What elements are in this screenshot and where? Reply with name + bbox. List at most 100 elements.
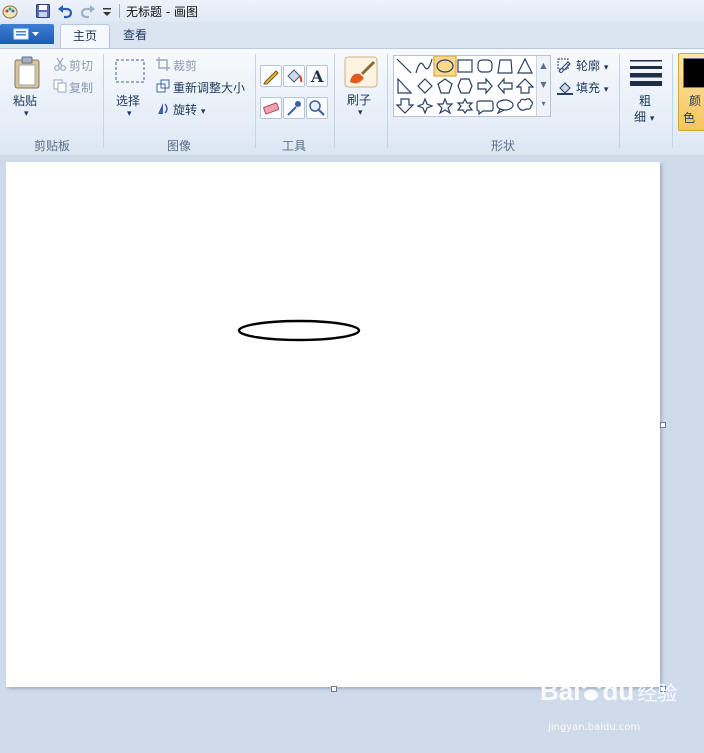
fill-icon xyxy=(557,82,573,95)
copy-button[interactable]: 复制 xyxy=(69,79,93,96)
crop-icon xyxy=(156,57,170,71)
triangle-shape[interactable] xyxy=(517,57,533,74)
crop-button[interactable]: 裁剪 xyxy=(173,57,197,74)
text-icon: A xyxy=(310,67,324,86)
watermark-brand2: du xyxy=(602,676,635,706)
select-dropdown-icon: ▾ xyxy=(127,109,132,119)
rectangle-shape[interactable] xyxy=(457,59,473,73)
rotate-button[interactable]: 旋转 ▾ xyxy=(173,101,205,118)
resize-handle-bottom[interactable] xyxy=(331,686,337,692)
tools-group-label: 工具 xyxy=(281,139,306,153)
polygon-shape[interactable] xyxy=(497,59,513,74)
brushes-button[interactable]: 刷子 ▾ xyxy=(342,54,380,126)
paw-icon xyxy=(581,679,603,701)
outline-button[interactable]: 轮廓 ▾ xyxy=(576,57,608,74)
pencil-tool[interactable] xyxy=(260,65,282,87)
expand-gallery-icon[interactable]: ▾ xyxy=(537,94,550,113)
fill-tool[interactable] xyxy=(283,65,305,87)
line-shape[interactable] xyxy=(396,58,412,74)
fill-bucket-icon xyxy=(287,69,303,83)
oval-shape[interactable] xyxy=(433,55,457,77)
drawing-canvas[interactable] xyxy=(6,162,660,687)
five-point-star-shape[interactable] xyxy=(436,97,454,115)
fill-label: 填充 xyxy=(576,81,601,95)
paste-label: 粘贴 xyxy=(13,94,38,108)
watermark-url: jingyan.baidu.com xyxy=(548,722,641,733)
up-arrow-shape[interactable] xyxy=(515,78,535,94)
eraser-tool[interactable] xyxy=(260,97,282,119)
right-arrow-shape[interactable] xyxy=(477,77,493,95)
rounded-callout-shape[interactable] xyxy=(476,100,494,116)
paint-app-icon[interactable] xyxy=(2,3,18,19)
image-group-label: 图像 xyxy=(166,139,191,153)
redo-icon[interactable] xyxy=(80,3,96,19)
brushes-dropdown-icon: ▾ xyxy=(358,108,363,118)
rounded-rectangle-shape[interactable] xyxy=(477,59,493,73)
down-arrow-shape[interactable] xyxy=(395,98,415,114)
tab-view[interactable]: 查看 xyxy=(112,24,158,48)
shapes-group-label: 形状 xyxy=(490,139,515,153)
color1-swatch xyxy=(683,58,704,88)
group-separator xyxy=(334,54,335,148)
text-tool[interactable]: A xyxy=(306,65,328,87)
brush-icon xyxy=(344,56,378,88)
oval-callout-shape[interactable] xyxy=(496,99,514,115)
magnifier-icon xyxy=(309,100,325,116)
paste-button[interactable]: 粘贴 ▾ xyxy=(8,54,48,124)
group-separator xyxy=(103,54,104,148)
group-separator xyxy=(672,54,673,148)
title-bar: 无标题 - 画图 xyxy=(0,0,704,23)
save-icon[interactable] xyxy=(35,3,51,19)
baidu-watermark: Bai du 经验 xyxy=(540,676,677,707)
hexagon-shape[interactable] xyxy=(457,78,473,94)
scroll-down-icon[interactable]: ▼ xyxy=(537,75,550,94)
tab-view-label: 查看 xyxy=(122,28,147,42)
four-point-star-shape[interactable] xyxy=(416,97,434,115)
undo-icon[interactable] xyxy=(57,3,73,19)
paste-dropdown-icon: ▾ xyxy=(24,109,29,119)
drawn-ellipse[interactable] xyxy=(237,319,361,342)
six-point-star-shape[interactable] xyxy=(456,97,474,115)
menu-icon xyxy=(13,28,39,40)
color1-button[interactable]: 颜 色 xyxy=(678,53,704,131)
size-button[interactable]: 粗 细 ▾ xyxy=(626,56,666,128)
paint-menu-button[interactable] xyxy=(0,24,54,44)
left-arrow-shape[interactable] xyxy=(497,77,513,95)
eraser-icon xyxy=(263,102,280,115)
customize-toolbar-icon[interactable] xyxy=(99,3,115,19)
watermark-brand: Bai xyxy=(540,676,581,706)
color-label-line1: 颜 xyxy=(689,94,702,108)
watermark-suffix: 经验 xyxy=(637,681,678,705)
color-picker-tool[interactable] xyxy=(283,97,305,119)
shapes-scrollbar[interactable]: ▲ ▼ ▾ xyxy=(536,56,550,116)
pentagon-shape[interactable] xyxy=(437,78,453,94)
svg-text:A: A xyxy=(310,67,324,86)
size-label-line1: 粗 xyxy=(639,94,652,108)
diamond-shape[interactable] xyxy=(417,78,433,94)
copy-icon xyxy=(53,79,67,93)
fill-button[interactable]: 填充 ▾ xyxy=(576,79,608,96)
cloud-callout-shape[interactable] xyxy=(517,98,534,111)
scroll-up-icon[interactable]: ▲ xyxy=(537,56,550,75)
rotate-label: 旋转 xyxy=(173,103,198,117)
outline-label: 轮廓 xyxy=(576,59,601,73)
tab-home[interactable]: 主页 xyxy=(60,24,110,49)
color-label-line2: 色 xyxy=(683,111,696,125)
curve-shape[interactable] xyxy=(415,58,433,74)
pencil-icon xyxy=(263,70,279,85)
select-rectangle-icon xyxy=(115,59,145,83)
resize-button[interactable]: 重新调整大小 xyxy=(173,79,245,96)
brushes-label: 刷子 xyxy=(347,93,372,107)
rotate-dropdown-icon: ▾ xyxy=(200,107,206,117)
right-triangle-shape[interactable] xyxy=(397,77,413,94)
clipboard-group-label: 剪贴板 xyxy=(33,139,70,153)
group-separator xyxy=(387,54,388,148)
group-separator xyxy=(619,54,620,148)
select-button[interactable]: 选择 ▾ xyxy=(112,56,148,126)
magnifier-tool[interactable] xyxy=(306,97,328,119)
cut-button[interactable]: 剪切 xyxy=(69,57,93,74)
resize-handle-right[interactable] xyxy=(660,422,666,428)
rotate-icon xyxy=(158,103,168,114)
fill-dropdown-icon: ▾ xyxy=(603,85,609,95)
outline-dropdown-icon: ▾ xyxy=(603,63,609,73)
